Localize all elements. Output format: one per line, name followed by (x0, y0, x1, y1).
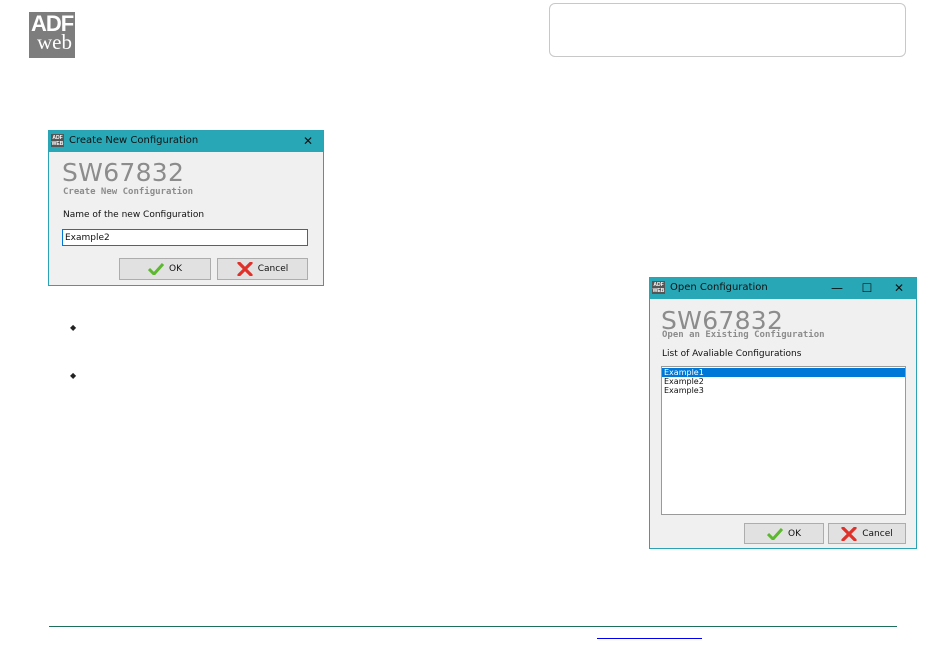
minimize-icon[interactable]: — (824, 279, 850, 298)
ok-label: OK (788, 528, 801, 539)
config-list-label: List of Avaliable Configurations (662, 349, 802, 359)
header-box (549, 3, 906, 57)
open-dialog-titlebar[interactable]: ADF WEB Open Configuration — ☐ ✕ (650, 278, 916, 299)
checkmark-icon (148, 263, 164, 275)
list-item[interactable]: Example1 (662, 368, 905, 377)
cross-icon (237, 262, 253, 276)
app-icon: ADF WEB (51, 134, 64, 147)
config-name-input[interactable] (62, 229, 308, 246)
footer-link[interactable] (597, 626, 702, 639)
create-dialog-window-title: Create New Configuration (69, 135, 199, 146)
configuration-listbox[interactable]: Example1 Example2 Example3 (661, 366, 906, 515)
create-dialog-titlebar[interactable]: ADF WEB Create New Configuration ✕ (49, 131, 323, 152)
open-configuration-dialog: ADF WEB Open Configuration — ☐ ✕ SW67832 … (649, 277, 917, 549)
app-icon: ADF WEB (652, 281, 665, 294)
bullet-icon: ◆ (70, 323, 77, 332)
ok-button[interactable]: OK (119, 258, 211, 280)
adfweb-logo: ADF web (29, 11, 75, 58)
logo-text-web: web (37, 30, 72, 54)
cross-icon (841, 526, 857, 541)
cancel-label: Cancel (257, 264, 289, 274)
cancel-button[interactable]: Cancel (828, 523, 906, 544)
maximize-icon[interactable]: ☐ (854, 279, 880, 298)
open-dialog-subtitle: Open an Existing Configuration (662, 330, 825, 340)
footer-divider (49, 626, 897, 627)
list-item[interactable]: Example2 (662, 377, 905, 386)
ok-label: OK (169, 264, 182, 274)
create-dialog-app-name: SW67832 (62, 158, 185, 187)
close-icon[interactable]: ✕ (295, 132, 321, 151)
cancel-label: Cancel (862, 528, 893, 539)
checkmark-icon (767, 527, 783, 540)
list-item[interactable]: Example3 (662, 386, 905, 395)
cancel-button[interactable]: Cancel (217, 258, 308, 280)
create-configuration-dialog: ADF WEB Create New Configuration ✕ SW6783… (48, 130, 324, 286)
open-dialog-window-title: Open Configuration (670, 282, 768, 293)
bullet-icon: ◆ (70, 371, 77, 380)
close-icon[interactable]: ✕ (886, 279, 912, 298)
create-dialog-subtitle: Create New Configuration (63, 187, 194, 197)
config-name-label: Name of the new Configuration (63, 210, 205, 220)
ok-button[interactable]: OK (744, 523, 824, 544)
